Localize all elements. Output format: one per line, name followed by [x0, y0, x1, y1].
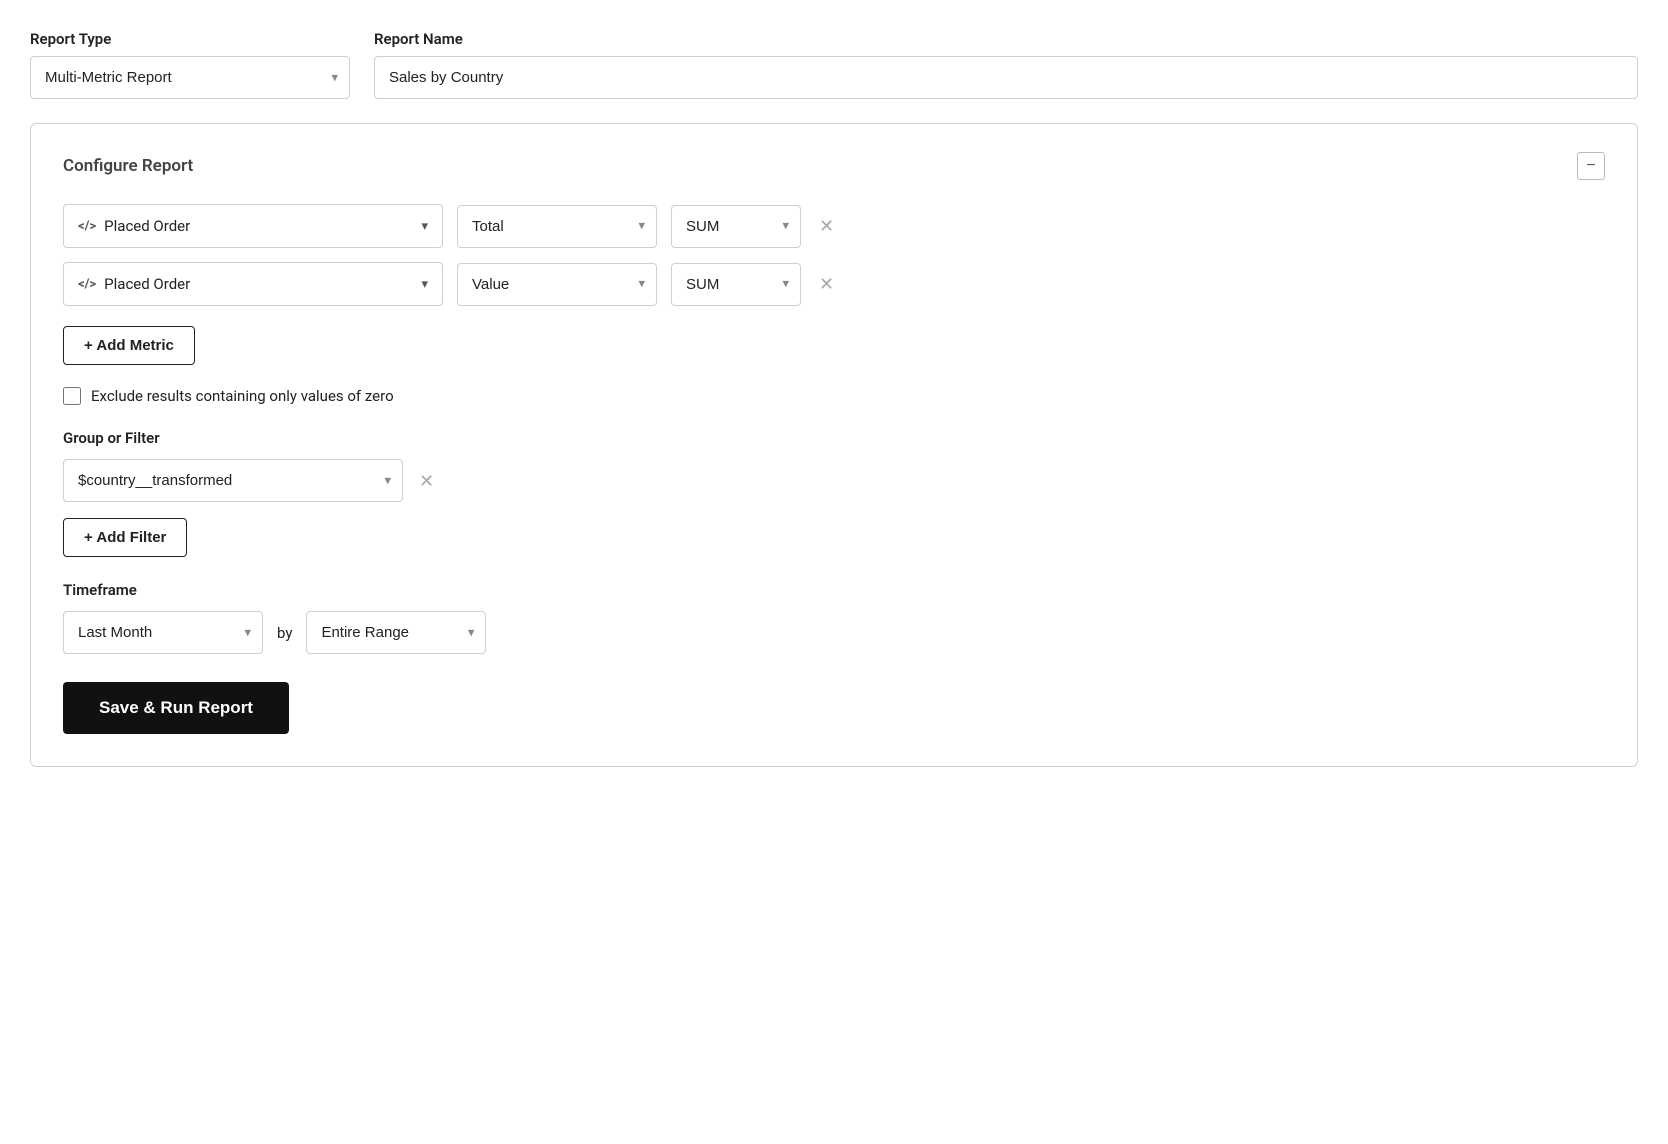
exclude-zeros-label: Exclude results containing only values o… [91, 387, 394, 405]
add-metric-button[interactable]: + Add Metric [63, 326, 195, 365]
metrics-section: </> Placed Order ▾ Total Value Count ▾ S… [63, 204, 1605, 306]
code-icon-2: </> [78, 277, 96, 292]
timeframe-select-container: Last Month Last 7 Days Last 30 Days This… [63, 611, 263, 654]
report-type-group: Report Type Multi-Metric Report Single M… [30, 30, 350, 99]
filter-row: $country__transformed ▾ ✕ [63, 459, 1605, 502]
range-select-container: Entire Range Day Week Month ▾ [306, 611, 486, 654]
filter-select[interactable]: $country__transformed [63, 459, 403, 502]
by-label: by [277, 624, 292, 642]
timeframe-section: Timeframe Last Month Last 7 Days Last 30… [63, 581, 1605, 654]
group-filter-label: Group or Filter [63, 429, 1605, 447]
add-filter-button[interactable]: + Add Filter [63, 518, 187, 557]
report-name-input[interactable] [374, 56, 1638, 99]
configure-panel: Configure Report − </> Placed Order ▾ To… [30, 123, 1638, 767]
metric-agg-container-1: SUM AVG COUNT ▾ [671, 205, 801, 248]
filter-select-container: $country__transformed ▾ [63, 459, 403, 502]
timeframe-row: Last Month Last 7 Days Last 30 Days This… [63, 611, 1605, 654]
metric-row: </> Placed Order ▾ Total Value Count ▾ S… [63, 204, 1605, 248]
report-name-group: Report Name [374, 30, 1638, 99]
metric-event-select-1[interactable]: </> Placed Order ▾ [63, 204, 443, 248]
code-icon-1: </> [78, 219, 96, 234]
report-name-label: Report Name [374, 30, 1638, 48]
configure-title: Configure Report [63, 156, 193, 176]
metric-event-chevron-2: ▾ [421, 277, 428, 292]
top-section: Report Type Multi-Metric Report Single M… [30, 30, 1638, 99]
group-filter-section: Group or Filter $country__transformed ▾ … [63, 429, 1605, 581]
metric-agg-container-2: SUM AVG COUNT ▾ [671, 263, 801, 306]
metric-agg-select-2[interactable]: SUM AVG COUNT [671, 263, 801, 306]
report-type-select-container: Multi-Metric Report Single Metric Report… [30, 56, 350, 99]
timeframe-label: Timeframe [63, 581, 1605, 599]
exclude-zeros-checkbox[interactable] [63, 387, 81, 405]
remove-metric-button-1[interactable]: ✕ [815, 213, 838, 239]
metric-field-container-1: Total Value Count ▾ [457, 205, 657, 248]
report-type-select[interactable]: Multi-Metric Report Single Metric Report… [30, 56, 350, 99]
metric-field-container-2: Total Value Count ▾ [457, 263, 657, 306]
metric-agg-select-1[interactable]: SUM AVG COUNT [671, 205, 801, 248]
metric-row: </> Placed Order ▾ Total Value Count ▾ S… [63, 262, 1605, 306]
remove-filter-button[interactable]: ✕ [415, 468, 438, 494]
metric-event-chevron-1: ▾ [421, 219, 428, 234]
collapse-icon: − [1586, 157, 1595, 175]
metric-field-select-1[interactable]: Total Value Count [457, 205, 657, 248]
remove-metric-button-2[interactable]: ✕ [815, 271, 838, 297]
timeframe-select[interactable]: Last Month Last 7 Days Last 30 Days This… [63, 611, 263, 654]
save-run-button[interactable]: Save & Run Report [63, 682, 289, 734]
collapse-button[interactable]: − [1577, 152, 1605, 180]
metric-event-label-1: Placed Order [104, 217, 413, 235]
metric-event-select-2[interactable]: </> Placed Order ▾ [63, 262, 443, 306]
metric-field-select-2[interactable]: Total Value Count [457, 263, 657, 306]
range-select[interactable]: Entire Range Day Week Month [306, 611, 486, 654]
configure-header: Configure Report − [63, 152, 1605, 180]
metric-event-label-2: Placed Order [104, 275, 413, 293]
report-type-label: Report Type [30, 30, 350, 48]
exclude-zeros-row: Exclude results containing only values o… [63, 387, 1605, 405]
